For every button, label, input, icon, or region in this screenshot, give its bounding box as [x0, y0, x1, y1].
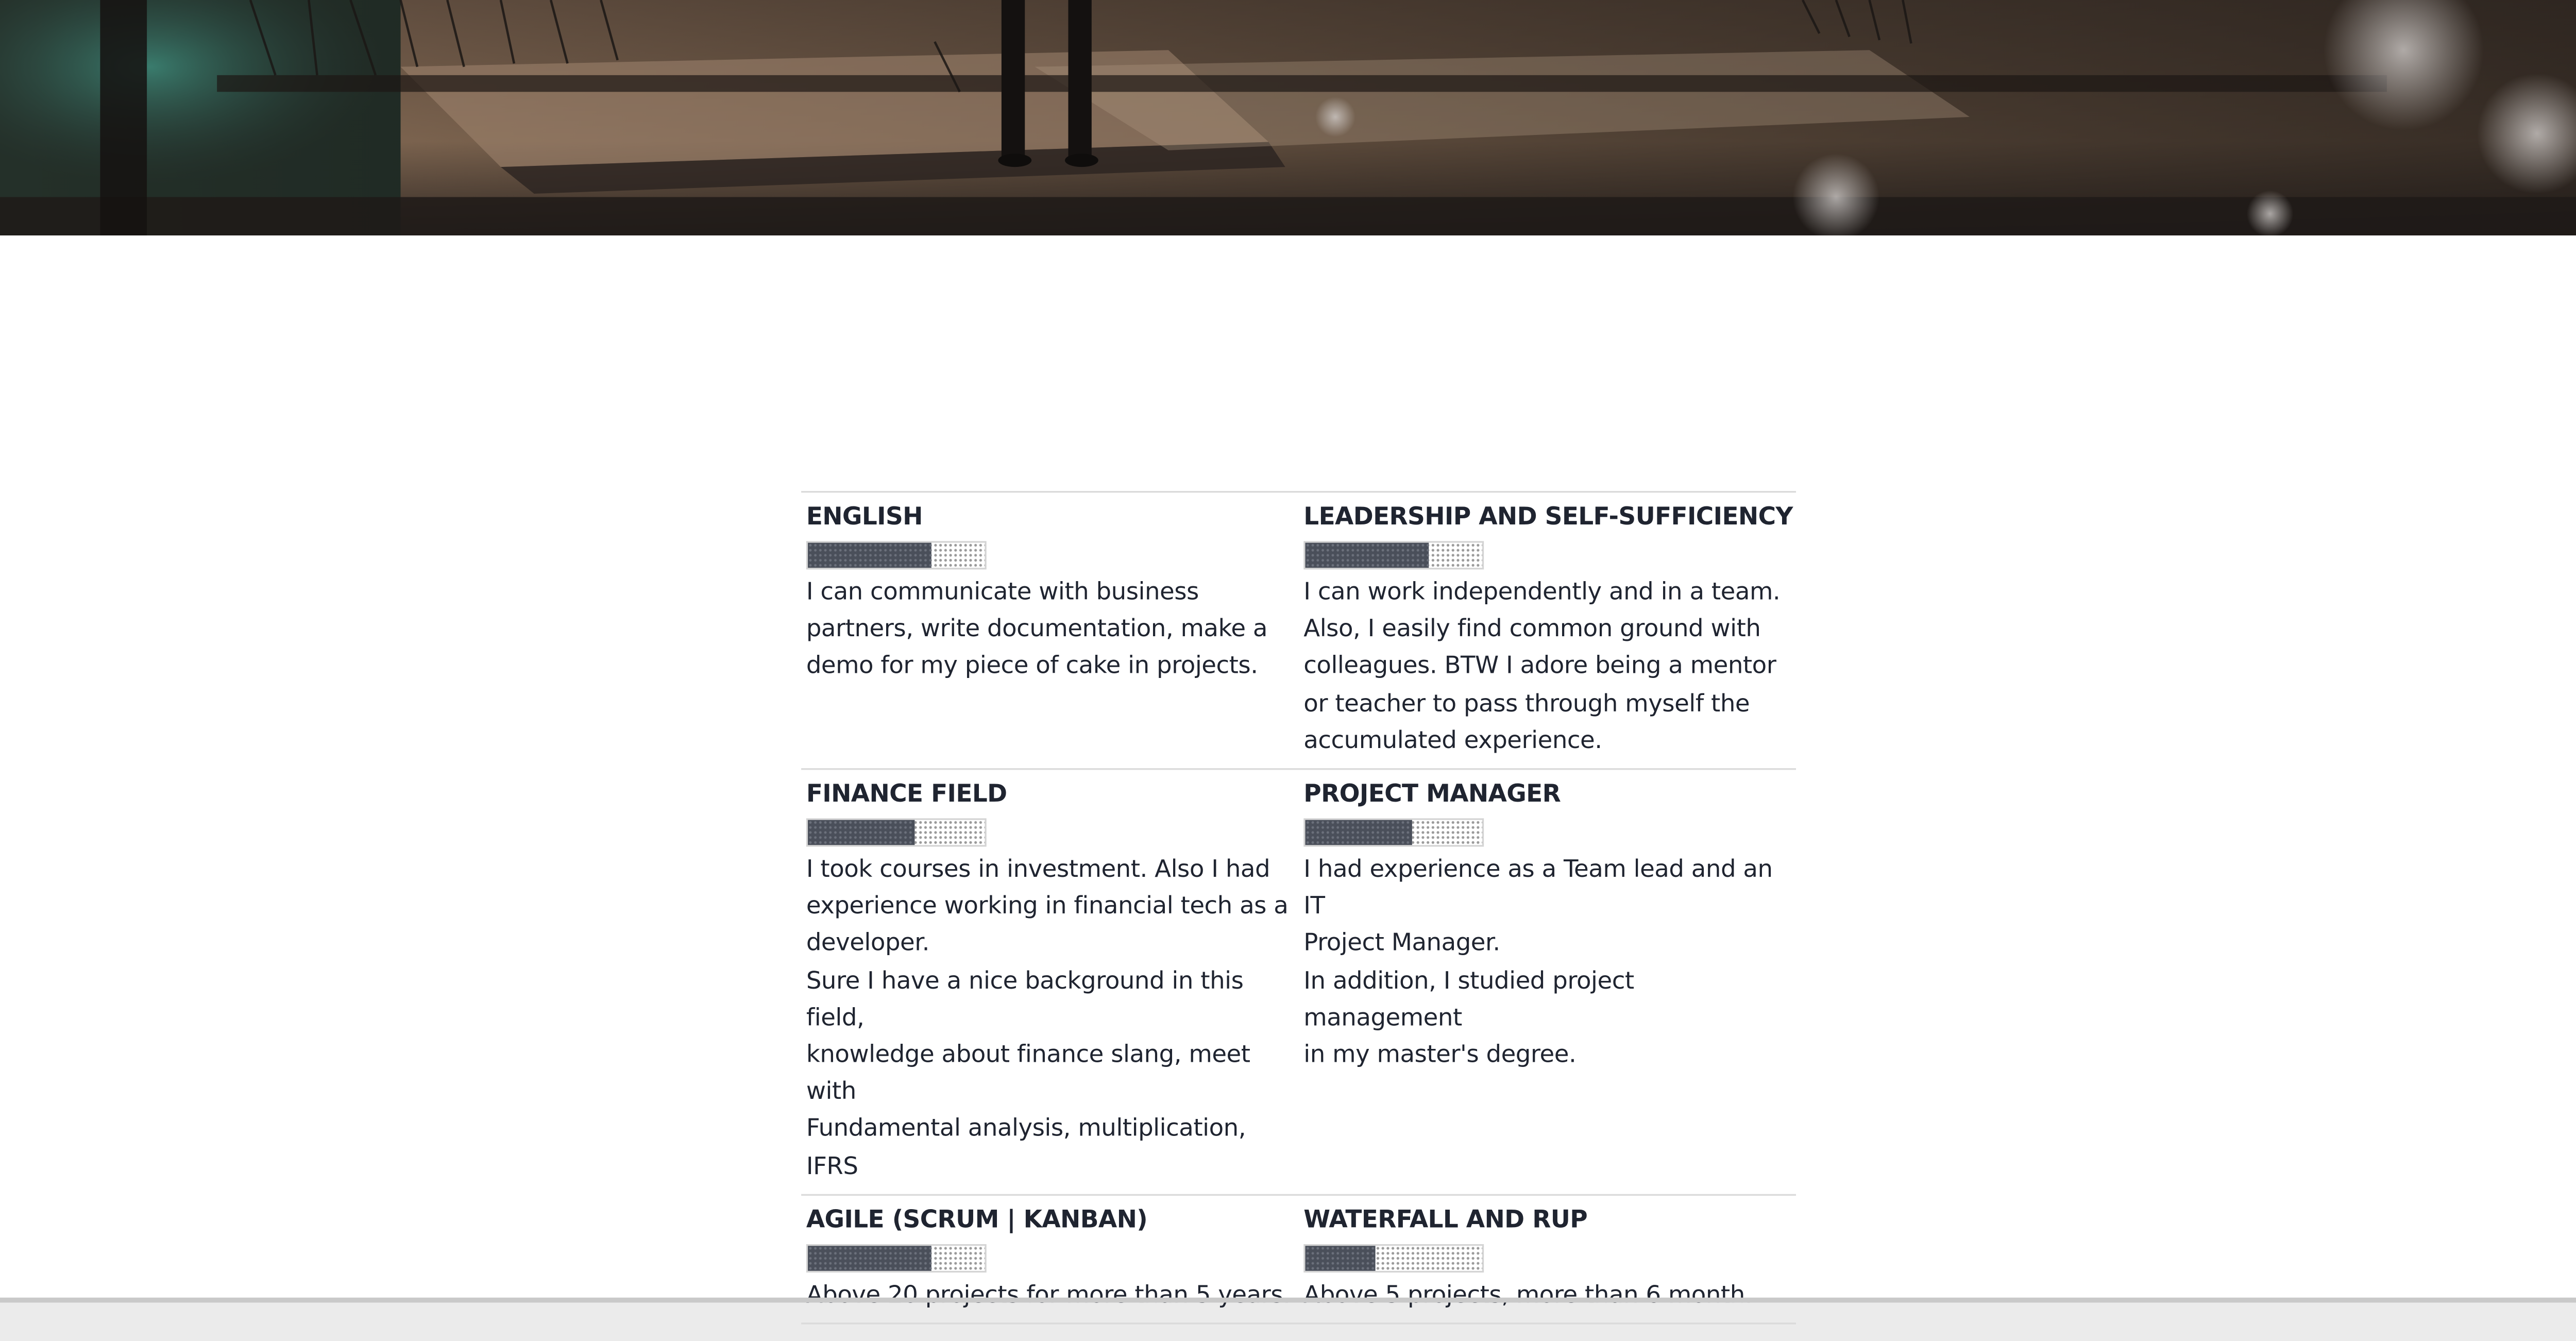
skill-description-line: experience working in financial tech as … [806, 893, 1289, 921]
skill-level-bar [1303, 818, 1484, 847]
skill-level-bar [1303, 541, 1484, 570]
skill-description-line: partners, write documentation, make a [806, 616, 1268, 643]
skill-description: Above 5 projects, more than 6 month. [1303, 1277, 1791, 1314]
skills-table: ENGLISH I can communicate with business pa… [801, 491, 1797, 1325]
skill-description: I had experience as a Team lead and an I… [1303, 852, 1791, 1074]
skill-description-line: Project Manager. [1303, 930, 1500, 958]
skill-description: I can work independently and in a team. A… [1303, 574, 1791, 760]
skill-level-fill [1305, 1245, 1376, 1271]
skill-item: AGILE (SCRUM | KANBAN) Above 20 projects … [801, 1195, 1298, 1322]
skill-description-line: Fundamental analysis, multiplication, IF… [806, 1116, 1246, 1180]
skill-level-fill [1305, 820, 1412, 845]
skill-description-line: I had experience as a Team lead and an I… [1303, 856, 1773, 921]
skill-item: FINANCE FIELD I took courses in investmen… [801, 770, 1298, 1194]
skill-title: LEADERSHIP AND SELF-SUFFICIENCY [1303, 504, 1793, 531]
skill-level-fill [808, 820, 914, 845]
page-divider [0, 1297, 2576, 1303]
skill-level-fill [1305, 542, 1429, 568]
skill-item: LEADERSHIP AND SELF-SUFFICIENCY I can wor… [1299, 493, 1796, 768]
skill-description-line: I can communicate with business [806, 579, 1199, 606]
skill-title: FINANCE FIELD [806, 782, 1007, 808]
skill-description-line: or teacher to pass through myself the [1303, 690, 1750, 718]
skill-description-line: In addition, I studied project managemen… [1303, 967, 1634, 1032]
skill-description-line: Above 5 projects, more than 6 month. [1303, 1282, 1753, 1309]
skill-level-fill [808, 542, 932, 568]
skill-description-line: demo for my piece of cake in projects. [806, 653, 1258, 681]
skill-title: PROJECT MANAGER [1303, 782, 1561, 808]
skill-title: AGILE (SCRUM | KANBAN) [806, 1207, 1148, 1234]
skill-description-line: I took courses in investment. Also I had [806, 856, 1270, 884]
skill-title: ENGLISH [806, 504, 923, 531]
skill-level-bar [806, 1244, 987, 1272]
skill-title: WATERFALL AND RUP [1303, 1207, 1588, 1234]
skill-description-line: Also, I easily find common ground with [1303, 616, 1761, 643]
skill-description-line: Sure I have a nice background in this fi… [806, 967, 1244, 1032]
skills-row: AGILE (SCRUM | KANBAN) Above 20 projects … [801, 1195, 1797, 1325]
skill-item: PROJECT MANAGER I had experience as a Tea… [1299, 770, 1796, 1194]
skill-description-line: knowledge about finance slang, meet with [806, 1042, 1250, 1106]
skill-description-line: I can work independently and in a team. [1303, 579, 1781, 606]
skill-level-bar [806, 541, 987, 570]
skill-description-line: accumulated experience. [1303, 727, 1602, 755]
skills-row: FINANCE FIELD I took courses in investmen… [801, 770, 1797, 1196]
skill-level-bar [1303, 1244, 1484, 1272]
skill-item: WATERFALL AND RUP Above 5 projects, more … [1299, 1195, 1796, 1322]
skill-description-line: Above 20 projects for more than 5 years. [806, 1282, 1291, 1309]
skill-level-bar [806, 818, 987, 847]
skill-description-line: colleagues. BTW I adore being a mentor [1303, 653, 1776, 681]
skill-level-fill [808, 1245, 932, 1271]
skill-description: I can communicate with business partners,… [806, 574, 1294, 686]
page-canvas: ENGLISH I can communicate with business pa… [0, 0, 2576, 1341]
hero-photo-image [0, 0, 2576, 236]
skill-description-line: developer. [806, 930, 930, 958]
skills-row: ENGLISH I can communicate with business pa… [801, 493, 1797, 770]
skill-description: Above 20 projects for more than 5 years. [806, 1277, 1294, 1314]
skill-description-line: in my master's degree. [1303, 1042, 1577, 1069]
skill-description: I took courses in investment. Also I had… [806, 852, 1294, 1185]
skill-item: ENGLISH I can communicate with business pa… [801, 493, 1298, 768]
hero-photo [0, 0, 2576, 236]
